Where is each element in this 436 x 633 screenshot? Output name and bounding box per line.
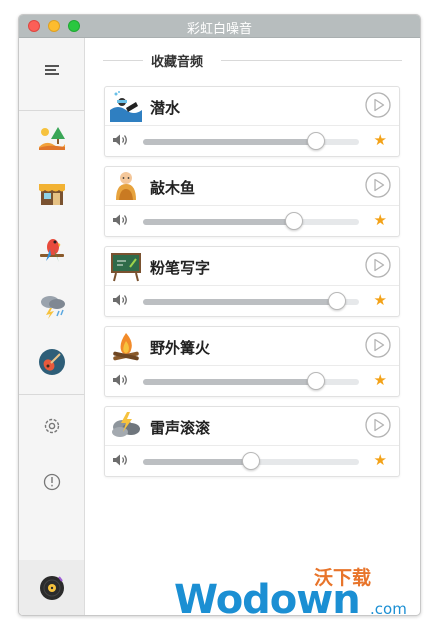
favorite-star-icon[interactable]: ★ [374, 452, 387, 468]
sound-name: 雷声滚滚 [150, 419, 211, 437]
sound-name: 潜水 [150, 99, 181, 117]
sound-card: 雷声滚滚 ★ [104, 406, 400, 477]
storm-icon [40, 296, 65, 319]
volume-icon [113, 134, 127, 146]
volume-slider[interactable] [143, 212, 359, 230]
section-divider [103, 60, 143, 61]
sidebar-menu-button[interactable] [19, 50, 84, 90]
campfire-icon [113, 333, 139, 361]
sidebar-divider [19, 110, 84, 111]
sound-card: 粉笔写字 ★ [104, 246, 400, 317]
diving-icon [110, 91, 142, 122]
sidebar-item-nature[interactable] [19, 118, 84, 158]
section-divider [221, 60, 402, 61]
shop-icon [38, 184, 65, 205]
volume-slider-handle[interactable] [242, 452, 260, 470]
sound-name: 野外篝火 [150, 339, 211, 357]
volume-slider-handle[interactable] [328, 292, 347, 310]
sidebar-item-settings[interactable] [19, 406, 84, 446]
guitar-icon [38, 349, 65, 375]
volume-icon [113, 214, 127, 226]
play-button[interactable] [365, 252, 391, 278]
favorite-star-icon[interactable]: ★ [374, 292, 387, 308]
watermark: 沃下载 Wodown .com [174, 563, 434, 629]
parrot-icon [39, 239, 64, 262]
play-button[interactable] [365, 412, 391, 438]
window-title: 彩虹白噪音 [186, 22, 252, 37]
watermark-suffix: .com [370, 600, 407, 618]
now-playing-button[interactable] [19, 560, 84, 615]
volume-slider-handle[interactable] [306, 372, 325, 390]
volume-icon [113, 454, 127, 466]
section-header: 收藏音频 [103, 50, 402, 70]
watermark-text: Wodown [174, 577, 361, 623]
sound-card: 潜水 ★ [104, 86, 400, 157]
info-icon [43, 473, 60, 491]
app-window: 彩虹白噪音 收藏音频 潜水 ★ 敲木鱼 ★ 粉笔写字 ★ 野外篝火 ★ 雷声滚滚… [18, 14, 421, 616]
monk-icon [116, 172, 136, 200]
favorite-star-icon[interactable]: ★ [374, 132, 387, 148]
vinyl-record-icon [39, 575, 64, 600]
favorite-star-icon[interactable]: ★ [374, 212, 387, 228]
main-content: 收藏音频 潜水 ★ 敲木鱼 ★ 粉笔写字 ★ 野外篝火 ★ 雷声滚滚 ★ [85, 38, 420, 615]
thunder-cloud-icon [112, 412, 140, 437]
play-button[interactable] [365, 332, 391, 358]
sidebar-item-storm[interactable] [19, 286, 84, 326]
sidebar [19, 38, 85, 615]
sound-name: 粉笔写字 [150, 259, 211, 277]
favorite-star-icon[interactable]: ★ [374, 372, 387, 388]
sound-card: 敲木鱼 ★ [104, 166, 400, 237]
sidebar-item-parrot[interactable] [19, 230, 84, 270]
play-button[interactable] [365, 172, 391, 198]
volume-slider-handle[interactable] [285, 212, 304, 230]
volume-slider[interactable] [143, 292, 359, 310]
chalkboard-icon [111, 253, 141, 282]
settings-icon [44, 418, 59, 434]
section-title: 收藏音频 [151, 55, 204, 70]
volume-slider[interactable] [143, 372, 359, 390]
sound-name: 敲木鱼 [150, 179, 196, 197]
volume-icon [113, 294, 127, 306]
nature-icon [38, 127, 65, 150]
menu-icon [44, 65, 59, 75]
volume-icon [113, 374, 127, 386]
sidebar-item-info[interactable] [19, 462, 84, 502]
sound-card: 野外篝火 ★ [104, 326, 400, 397]
play-button[interactable] [365, 92, 391, 118]
volume-slider[interactable] [143, 452, 359, 470]
volume-slider[interactable] [143, 132, 359, 150]
sidebar-divider [19, 394, 84, 395]
sidebar-item-guitar[interactable] [19, 342, 84, 382]
sidebar-item-shop[interactable] [19, 174, 84, 214]
title-bar: 彩虹白噪音 [19, 15, 420, 38]
volume-slider-handle[interactable] [306, 132, 325, 150]
